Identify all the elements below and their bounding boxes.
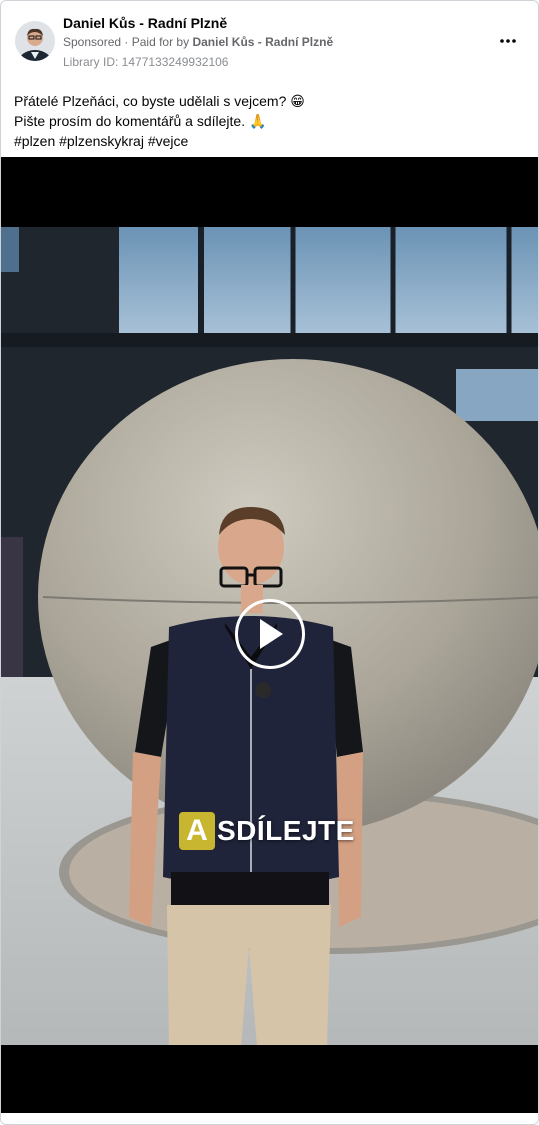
ad-card: Daniel Kůs - Radní Plzně Sponsored · Pai… xyxy=(0,0,539,1125)
author-avatar[interactable] xyxy=(15,21,55,61)
post-text: Přátelé Plzeňáci, co byste udělali s vej… xyxy=(14,91,519,151)
video-player[interactable]: A SDÍLEJTE xyxy=(1,157,538,1113)
caption-text: SDÍLEJTE xyxy=(217,815,355,846)
library-id: Library ID: 1477133249932106 xyxy=(63,55,229,69)
sponsored-line: Sponsored · Paid for by Daniel Kůs - Rad… xyxy=(63,35,333,49)
paid-for-name[interactable]: Daniel Kůs - Radní Plzně xyxy=(192,35,333,49)
separator-dot: · xyxy=(124,35,132,49)
post-line-2: Pište prosím do komentářů a sdílejte. 🙏 xyxy=(14,113,267,129)
post-hashtags[interactable]: #plzen #plzenskykraj #vejce xyxy=(14,131,519,151)
video-caption: A SDÍLEJTE xyxy=(179,811,355,851)
more-horizontal-icon xyxy=(500,39,516,43)
caption-highlight-letter: A xyxy=(179,812,215,850)
author-name[interactable]: Daniel Kůs - Radní Plzně xyxy=(63,15,227,31)
play-button[interactable] xyxy=(235,599,305,669)
sponsored-label: Sponsored xyxy=(63,35,122,49)
paid-for-prefix: Paid for by xyxy=(131,35,190,49)
more-options-button[interactable] xyxy=(496,29,520,53)
post-header: Daniel Kůs - Radní Plzně Sponsored · Pai… xyxy=(1,1,538,81)
post-line-1: Přátelé Plzeňáci, co byste udělali s vej… xyxy=(14,93,305,109)
play-icon xyxy=(260,619,283,649)
